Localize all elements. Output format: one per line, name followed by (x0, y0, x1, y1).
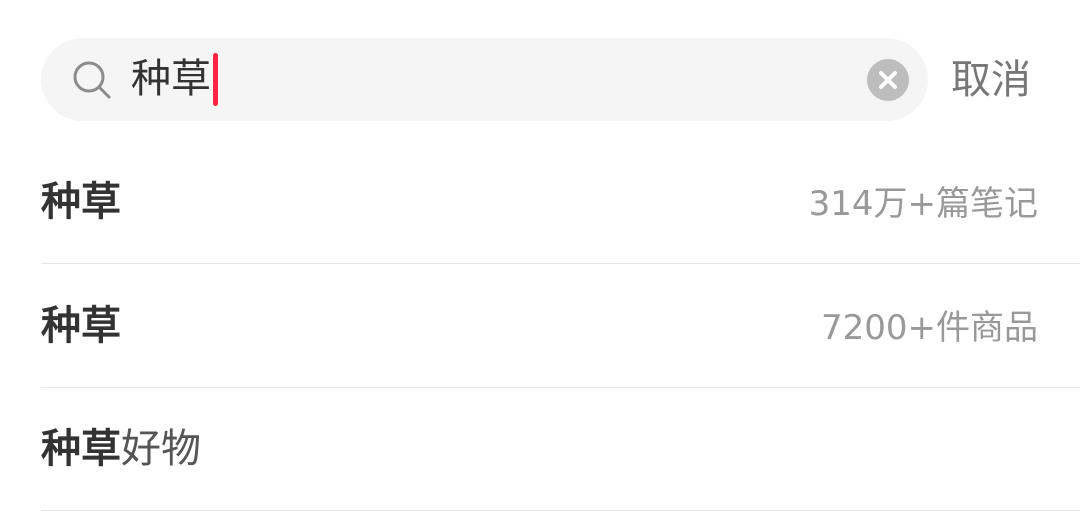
suggestion-keyword: 种草 (41, 179, 121, 225)
search-icon (71, 59, 113, 101)
suggestion-keyword: 种草 (41, 426, 121, 472)
suggestion-count: 7200+件商品 (820, 308, 1038, 348)
clear-search-button[interactable] (867, 59, 909, 101)
suggestion-keyword: 种草 (41, 303, 121, 349)
suggestion-rest: 好物 (121, 426, 201, 472)
search-query-text: 种草 (131, 56, 211, 102)
suggestion-text: 种草好物 (41, 419, 201, 479)
suggestion-text: 种草 (41, 296, 121, 356)
suggestion-item[interactable]: 种草好物 (41, 387, 1080, 511)
suggestion-item[interactable]: 种草 7200+件商品 (41, 264, 1080, 388)
cancel-button[interactable]: 取消 (951, 51, 1031, 109)
text-caret (213, 53, 218, 106)
clear-circle-icon (879, 71, 897, 89)
suggestion-count: 314万+篇笔记 (808, 184, 1038, 224)
search-input[interactable]: 种草 (41, 38, 928, 121)
suggestion-item[interactable]: 种草 314万+篇笔记 (41, 140, 1080, 264)
suggestion-text: 种草 (41, 172, 121, 232)
search-header: 种草 取消 (0, 0, 1080, 150)
